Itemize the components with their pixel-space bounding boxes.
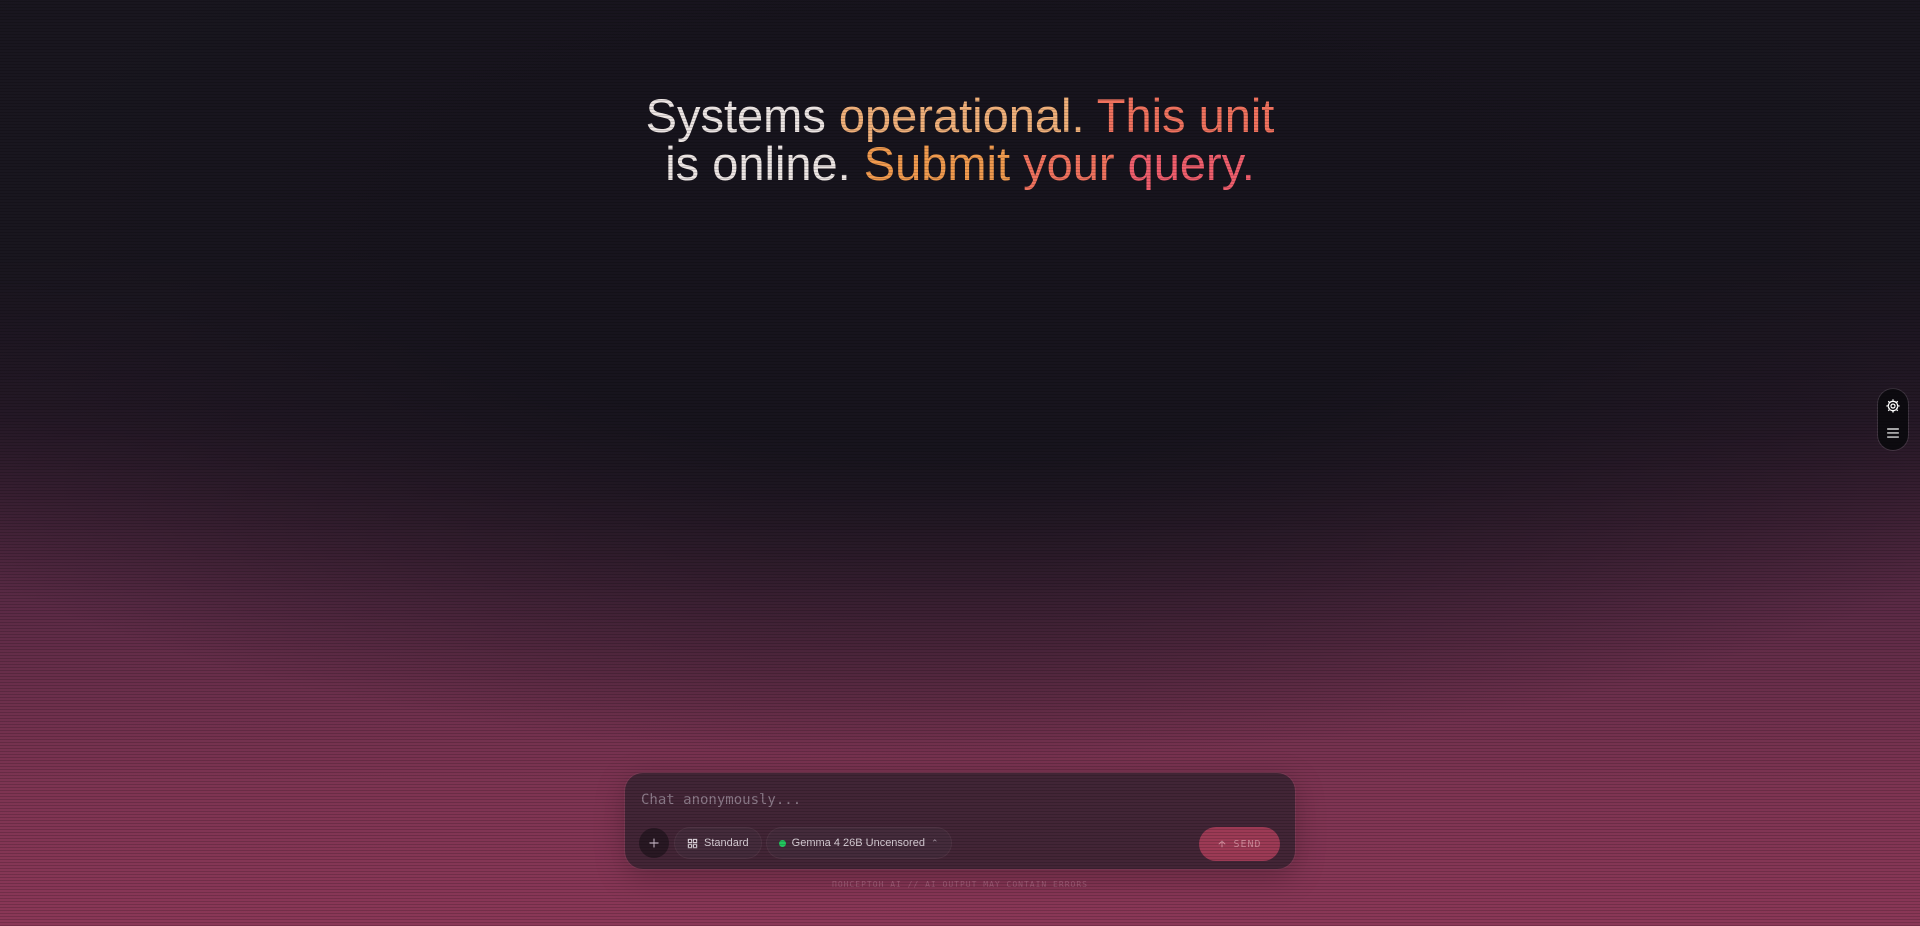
- page: Systems operational. This unit is online…: [0, 0, 1920, 926]
- grid-icon: [687, 838, 698, 848]
- plus-icon: [649, 838, 659, 848]
- arrow-up-icon: [1219, 840, 1226, 848]
- headline-segment: your: [1023, 137, 1128, 190]
- headline-segment: query.: [1127, 137, 1255, 190]
- headline-line-2: is online. Submit your query.: [0, 140, 1920, 188]
- headline-segment: is online.: [665, 137, 864, 190]
- headline-segment: Systems: [645, 89, 839, 142]
- model-selector[interactable]: Gemma 4 26B Uncensored ⌃: [766, 828, 951, 858]
- send-label: SEND: [1233, 838, 1262, 850]
- mode-selector[interactable]: Standard: [675, 828, 761, 858]
- mode-label: Standard: [704, 837, 749, 849]
- model-status-dot: [778, 839, 786, 847]
- headline-segment: operational.: [838, 89, 1097, 142]
- composer-toolbar: Standard Gemma 4 26B Uncensored ⌃: [639, 828, 951, 858]
- gear-icon: [1886, 399, 1900, 413]
- headline-segment: This unit: [1096, 89, 1275, 142]
- hamburger-menu-icon: [1887, 428, 1899, 438]
- footer-disclaimer: ПОНСЕРТОН АI // АI OUТPUТ МАY CONТAIN ER…: [832, 880, 1088, 889]
- add-attachment-button[interactable]: [639, 828, 669, 858]
- headline-segment: Submit: [863, 137, 1024, 190]
- menu-button[interactable]: [1881, 421, 1905, 445]
- chat-input[interactable]: [639, 787, 1283, 813]
- send-button[interactable]: SEND: [1199, 827, 1280, 861]
- chevron-up-icon: ⌃: [930, 837, 939, 848]
- chat-composer: Standard Gemma 4 26B Uncensored ⌃ SEND: [625, 773, 1295, 869]
- headline-line-1: Systems operational. This unit: [0, 92, 1920, 140]
- model-label: Gemma 4 26B Uncensored: [791, 837, 925, 849]
- settings-button[interactable]: [1881, 394, 1905, 418]
- side-rail: [1878, 389, 1908, 450]
- welcome-headline: Systems operational. This unit is online…: [0, 92, 1920, 188]
